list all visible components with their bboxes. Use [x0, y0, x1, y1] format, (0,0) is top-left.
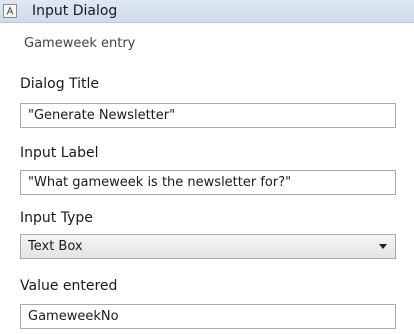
text-field-icon [3, 3, 17, 18]
input-type-select[interactable]: Text Box [20, 234, 396, 259]
value-entered-label: Value entered [20, 278, 118, 294]
value-entered-input[interactable]: GameweekNo [20, 304, 396, 329]
dialog-title-label: Dialog Title [20, 76, 100, 92]
dialog-title-input[interactable]: "Generate Newsletter" [20, 103, 396, 128]
input-dialog-panel: Input Dialog Gameweek entry Dialog Title… [0, 0, 414, 334]
input-type-selected-value: Text Box [28, 239, 83, 254]
panel-subtitle: Gameweek entry [24, 36, 136, 51]
panel-header: Input Dialog [0, 0, 414, 23]
input-type-label: Input Type [20, 210, 93, 226]
input-label-input[interactable]: "What gameweek is the newsletter for?" [20, 170, 396, 195]
chevron-down-icon[interactable] [379, 244, 387, 249]
panel-title: Input Dialog [32, 3, 118, 19]
input-label-label: Input Label [20, 145, 99, 161]
